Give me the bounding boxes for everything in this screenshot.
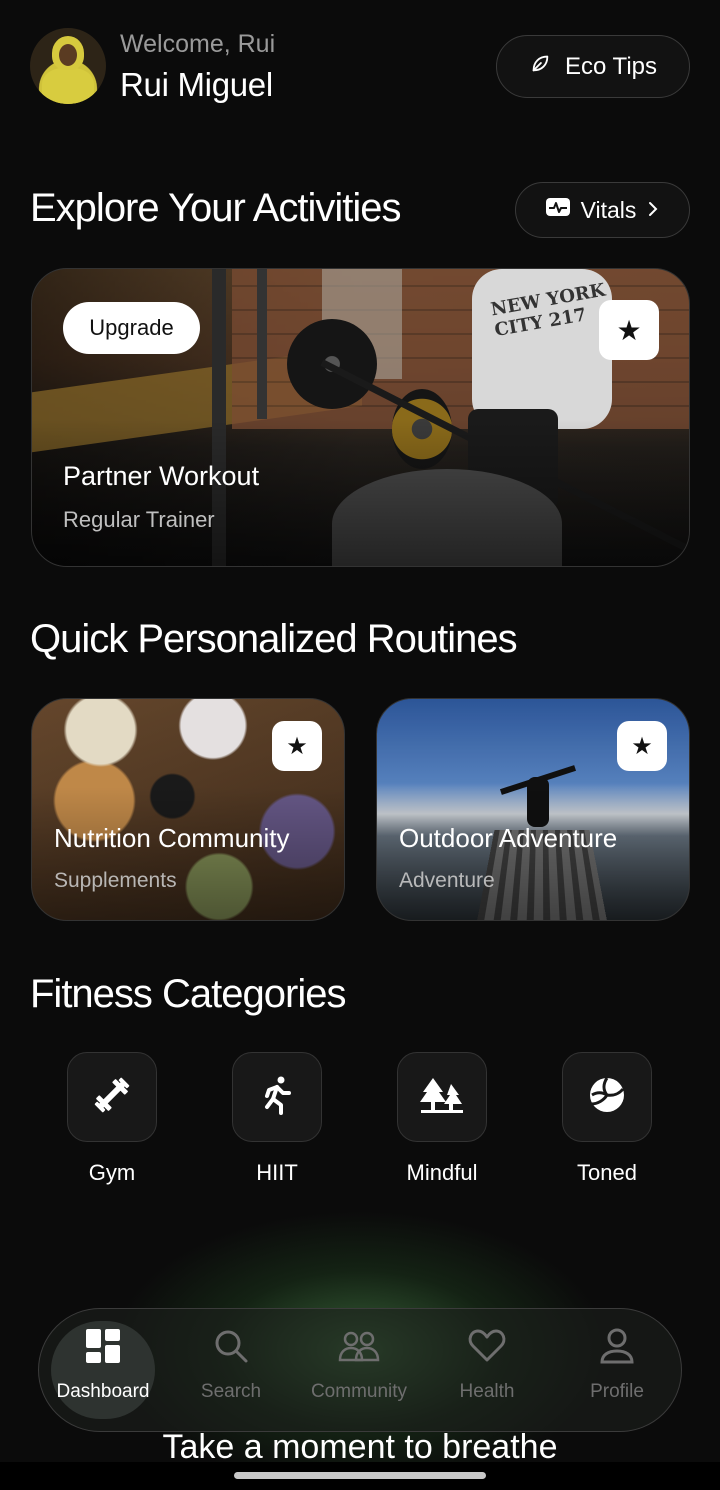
nav-item-search[interactable]: Search bbox=[167, 1327, 295, 1403]
chevron-right-icon bbox=[646, 197, 660, 224]
volleyball-icon bbox=[587, 1075, 627, 1120]
welcome-text: Welcome, Rui bbox=[120, 30, 276, 58]
favorite-button[interactable]: ★ bbox=[599, 300, 659, 360]
category-label: HIIT bbox=[256, 1160, 298, 1185]
category-toned[interactable]: Toned bbox=[562, 1052, 652, 1186]
profile-icon bbox=[600, 1328, 634, 1370]
category-hiit[interactable]: HIIT bbox=[232, 1052, 322, 1186]
home-indicator[interactable] bbox=[234, 1472, 486, 1479]
trees-icon bbox=[419, 1076, 465, 1119]
pulse-icon bbox=[545, 196, 571, 224]
card-subtitle: Supplements bbox=[54, 869, 177, 892]
eco-tips-label: Eco Tips bbox=[564, 52, 658, 80]
categories-title: Fitness Categories bbox=[30, 972, 346, 1016]
category-label: Toned bbox=[577, 1160, 637, 1185]
card-title: Nutrition Community bbox=[54, 823, 290, 853]
nav-item-health[interactable]: Health bbox=[423, 1327, 551, 1403]
favorite-button[interactable]: ★ bbox=[272, 721, 322, 771]
community-icon bbox=[338, 1330, 380, 1368]
running-icon bbox=[259, 1075, 295, 1120]
star-icon: ★ bbox=[286, 732, 308, 760]
app-root: Welcome, Rui Rui Miguel Eco Tips Explore… bbox=[0, 0, 720, 1490]
star-icon: ★ bbox=[631, 732, 653, 760]
vitals-label: Vitals bbox=[580, 196, 637, 223]
user-name: Rui Miguel bbox=[120, 66, 273, 103]
category-label: Mindful bbox=[406, 1160, 478, 1185]
category-label: Gym bbox=[88, 1160, 136, 1185]
dumbbell-icon bbox=[92, 1075, 132, 1120]
card-subtitle: Adventure bbox=[399, 869, 495, 892]
routines-title: Quick Personalized Routines bbox=[30, 617, 518, 661]
eco-tips-button[interactable]: Eco Tips bbox=[496, 35, 690, 98]
dashboard-icon bbox=[85, 1328, 121, 1370]
card-subtitle: Regular Trainer bbox=[63, 507, 215, 532]
avatar[interactable] bbox=[30, 28, 106, 104]
heart-icon bbox=[468, 1329, 506, 1369]
category-mindful[interactable]: Mindful bbox=[397, 1052, 487, 1186]
nav-item-community[interactable]: Community bbox=[295, 1327, 423, 1403]
nav-label: Health bbox=[459, 1381, 515, 1402]
leaf-icon bbox=[529, 52, 551, 81]
favorite-button[interactable]: ★ bbox=[617, 721, 667, 771]
vitals-button[interactable]: Vitals bbox=[515, 182, 690, 238]
activities-title: Explore Your Activities bbox=[30, 186, 402, 230]
routine-card-nutrition[interactable]: ★ Nutrition Community Supplements bbox=[31, 698, 345, 921]
nav-label: Community bbox=[310, 1381, 408, 1402]
star-icon: ★ bbox=[616, 314, 642, 346]
nav-label: Profile bbox=[590, 1381, 644, 1402]
bottom-navigation: Dashboard Search Community Health Profil… bbox=[38, 1308, 682, 1432]
nav-label: Dashboard bbox=[56, 1381, 150, 1402]
partner-workout-card[interactable]: NEW YORK CITY 217 Upgrade ★ Partner Work… bbox=[31, 268, 690, 567]
upgrade-badge[interactable]: Upgrade bbox=[63, 302, 200, 354]
card-title: Partner Workout bbox=[63, 461, 260, 491]
search-icon bbox=[213, 1328, 249, 1370]
card-title: Outdoor Adventure bbox=[399, 823, 618, 853]
routine-card-outdoor[interactable]: ★ Outdoor Adventure Adventure bbox=[376, 698, 690, 921]
nav-item-dashboard[interactable]: Dashboard bbox=[39, 1327, 167, 1403]
nav-item-profile[interactable]: Profile bbox=[553, 1327, 681, 1403]
category-gym[interactable]: Gym bbox=[67, 1052, 157, 1186]
nav-label: Search bbox=[200, 1381, 262, 1402]
